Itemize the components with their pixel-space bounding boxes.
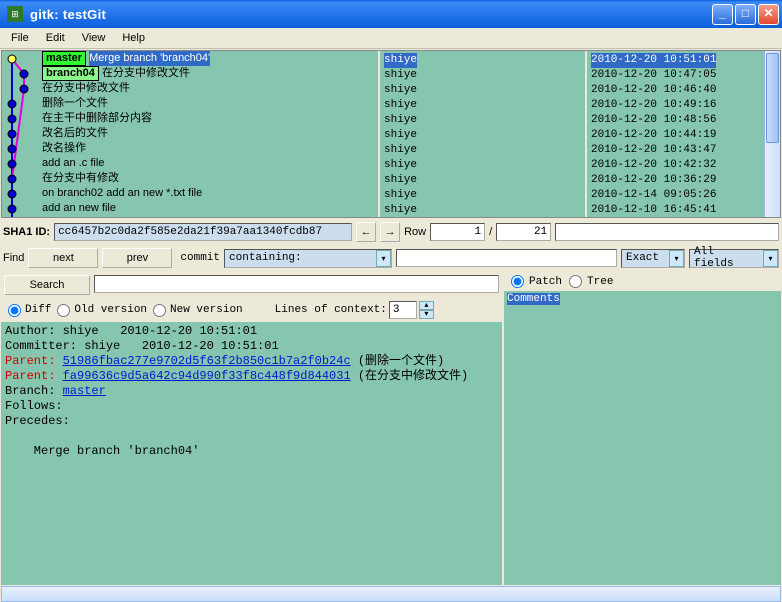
diff-options-row: Diff Old version New version Lines of co…	[1, 298, 502, 322]
menu-edit[interactable]: Edit	[39, 30, 72, 46]
row-total	[496, 223, 551, 241]
chevron-down-icon[interactable]: ▾	[376, 250, 391, 267]
close-button[interactable]: ✕	[758, 4, 779, 25]
row-sep: /	[489, 226, 492, 238]
parent1-link[interactable]: 51986fbac277e9702d5f63f2b850c1b7a2f0b24c	[63, 354, 351, 368]
date-cell: 2010-12-20 10:49:16	[591, 98, 776, 113]
date-cell: 2010-12-20 10:48:56	[591, 113, 776, 128]
comments-label: Comments	[507, 293, 560, 305]
commit-label: commit	[180, 252, 220, 264]
spin-down-icon[interactable]: ▾	[419, 310, 434, 319]
date-pane[interactable]: 2010-12-20 10:51:012010-12-20 10:47:0520…	[585, 51, 780, 217]
sha-label: SHA1 ID:	[3, 226, 50, 238]
author-cell: shiye	[384, 128, 581, 143]
chevron-down-icon[interactable]: ▾	[669, 250, 684, 267]
tree-options-row: Patch Tree	[504, 272, 781, 291]
commit-row[interactable]: add an new file	[42, 201, 378, 216]
date-cell: 2010-12-20 10:36:29	[591, 173, 776, 188]
menu-file[interactable]: File	[4, 30, 36, 46]
parent2-link[interactable]: fa99636c9d5a642c94d990f33f8c448f9d844031	[63, 369, 351, 383]
find-prev-button[interactable]: prev	[102, 248, 172, 268]
author-cell: shiye	[384, 203, 581, 218]
date-cell: 2010-12-10 16:45:41	[591, 203, 776, 218]
commit-row[interactable]: branch04 在分支中修改文件	[42, 66, 378, 81]
date-cell: 2010-12-20 10:43:47	[591, 143, 776, 158]
author-cell: shiye	[384, 53, 581, 68]
find-fields-combo[interactable]: All fields▾	[689, 249, 779, 268]
window-title: gitk: testGit	[27, 7, 712, 22]
title-bar: ⊞ gitk: testGit _ □ ✕	[0, 0, 782, 28]
find-next-button[interactable]: next	[28, 248, 98, 268]
find-exact-combo[interactable]: Exact▾	[621, 249, 685, 268]
commit-row[interactable]: master Merge branch 'branch04'	[42, 51, 378, 66]
date-cell: 2010-12-14 09:05:26	[591, 188, 776, 203]
search-input[interactable]	[94, 275, 499, 293]
chevron-down-icon[interactable]: ▾	[763, 250, 778, 267]
find-row: Find next prev commit containing:▾ Exact…	[0, 245, 782, 271]
horizontal-scrollbar[interactable]	[1, 586, 781, 602]
sha-row: SHA1 ID: ← → Row /	[0, 219, 782, 245]
app-icon: ⊞	[7, 6, 23, 22]
find-text-input[interactable]	[396, 249, 617, 267]
commit-row[interactable]: 在主干中删除部分内容	[42, 111, 378, 126]
author-cell: shiye	[384, 158, 581, 173]
author-cell: shiye	[384, 68, 581, 83]
loc-label: Lines of context:	[275, 304, 387, 316]
menu-bar: File Edit View Help	[0, 28, 782, 49]
commit-detail-pane[interactable]: Author: shiye 2010-12-20 10:51:01 Commit…	[1, 322, 502, 585]
author-cell: shiye	[384, 173, 581, 188]
sha-input[interactable]	[54, 223, 352, 241]
menu-help[interactable]: Help	[115, 30, 152, 46]
minimize-button[interactable]: _	[712, 4, 733, 25]
date-cell: 2010-12-20 10:44:19	[591, 128, 776, 143]
commit-row[interactable]: add an .c file	[42, 156, 378, 171]
author-cell: shiye	[384, 98, 581, 113]
tree-radio[interactable]	[569, 275, 582, 288]
new-version-radio[interactable]	[153, 304, 166, 317]
commit-row[interactable]: 删除一个文件	[42, 96, 378, 111]
date-cell: 2010-12-20 10:51:01	[591, 53, 776, 68]
patch-radio[interactable]	[511, 275, 524, 288]
row-label: Row	[404, 226, 426, 238]
commit-row[interactable]: 在分支中修改文件	[42, 81, 378, 96]
date-cell: 2010-12-20 10:42:32	[591, 158, 776, 173]
spin-up-icon[interactable]: ▴	[419, 301, 434, 310]
maximize-button[interactable]: □	[735, 4, 756, 25]
find-label: Find	[3, 252, 24, 264]
forward-button[interactable]: →	[380, 222, 400, 242]
commit-row[interactable]: 改名后的文件	[42, 126, 378, 141]
vertical-scrollbar[interactable]	[764, 51, 780, 217]
commit-graph-pane[interactable]: master Merge branch 'branch04'branch04 在…	[2, 51, 378, 217]
diff-radio[interactable]	[8, 304, 21, 317]
search-button[interactable]: Search	[4, 275, 90, 295]
graph-lines	[2, 51, 42, 217]
author-cell: shiye	[384, 83, 581, 98]
row-current[interactable]	[430, 223, 485, 241]
date-cell: 2010-12-20 10:46:40	[591, 83, 776, 98]
date-cell: 2010-12-20 10:47:05	[591, 68, 776, 83]
author-cell: shiye	[384, 188, 581, 203]
menu-view[interactable]: View	[75, 30, 113, 46]
branch-link[interactable]: master	[63, 384, 106, 398]
author-cell: shiye	[384, 143, 581, 158]
commit-row[interactable]: on branch02 add an new *.txt file	[42, 186, 378, 201]
author-cell: shiye	[384, 113, 581, 128]
file-list-pane[interactable]: Comments	[504, 291, 781, 585]
back-button[interactable]: ←	[356, 222, 376, 242]
commit-row[interactable]: 改名操作	[42, 141, 378, 156]
loc-input[interactable]	[389, 301, 417, 319]
find-mode-combo[interactable]: containing:▾	[224, 249, 392, 268]
old-version-radio[interactable]	[57, 304, 70, 317]
commit-row[interactable]: 在分支中有修改	[42, 171, 378, 186]
jump-input[interactable]	[555, 223, 779, 241]
author-pane[interactable]: shiye shiye shiye shiye shiye shiye shiy…	[378, 51, 585, 217]
